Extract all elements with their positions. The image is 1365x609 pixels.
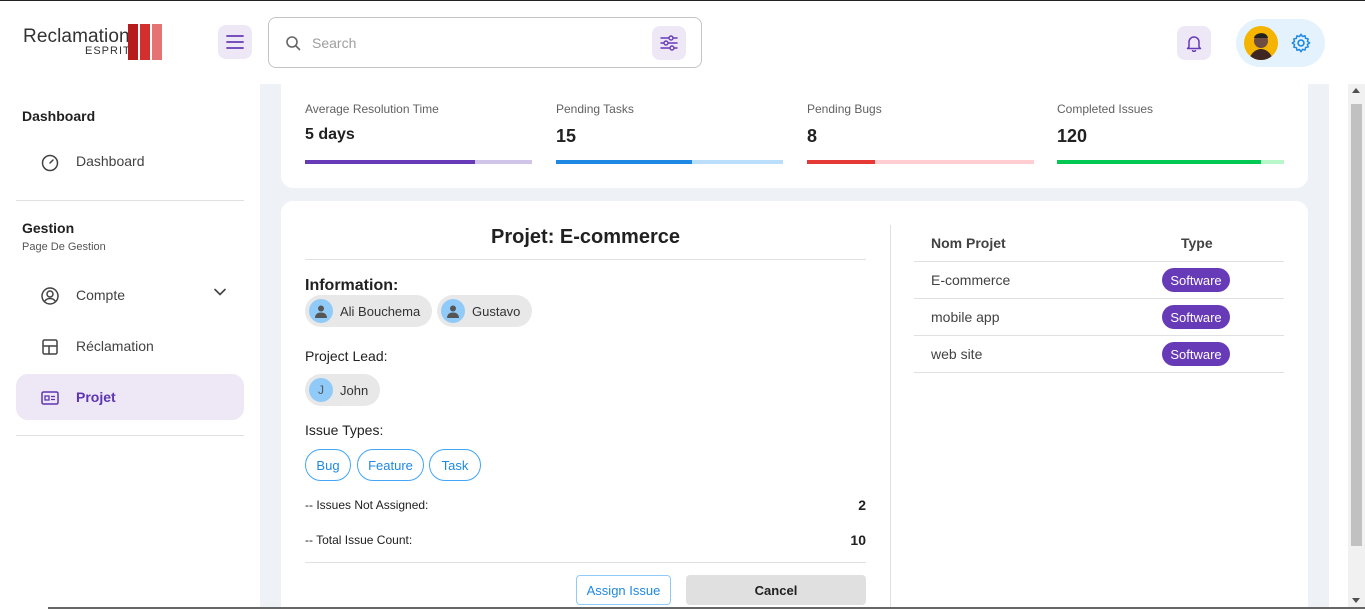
column-header-name[interactable]: Nom Projet xyxy=(931,235,1006,251)
member-name: Gustavo xyxy=(472,303,521,319)
scroll-up-arrow[interactable] xyxy=(1352,88,1360,93)
search-icon xyxy=(286,36,301,51)
search-box[interactable]: Search xyxy=(268,17,702,68)
divider xyxy=(16,435,244,436)
project-name-cell: mobile app xyxy=(931,309,1000,325)
lead-initial: J xyxy=(309,378,333,402)
bell-icon xyxy=(1186,36,1202,52)
sidebar: Dashboard Dashboard Gestion Page De Gest… xyxy=(0,84,260,609)
stat-label: Pending Bugs xyxy=(807,102,882,116)
lead-name: John xyxy=(340,382,369,398)
table-row[interactable]: web site Software xyxy=(914,335,1284,373)
stat-value: 120 xyxy=(1057,126,1088,146)
member-name: Ali Bouchema xyxy=(340,303,421,319)
member-chip[interactable]: Ali Bouchema xyxy=(305,295,433,327)
stat-value: 8 xyxy=(807,126,818,146)
stat-label: Pending Tasks xyxy=(556,102,634,116)
progress-bar xyxy=(305,160,532,164)
divider xyxy=(16,200,244,201)
user-avatar-icon xyxy=(441,299,465,323)
progress-fill xyxy=(1057,160,1262,164)
user-circle-icon xyxy=(41,287,59,305)
sidebar-section-gestion: Gestion xyxy=(22,220,75,236)
cancel-button[interactable]: Cancel xyxy=(686,575,866,605)
menu-icon xyxy=(226,35,244,49)
sidebar-item-label: Réclamation xyxy=(76,338,154,354)
stats-card: Average Resolution Time 5 days Pending T… xyxy=(281,84,1308,188)
issue-types-label: Issue Types: xyxy=(305,422,384,438)
sidebar-section-dashboard: Dashboard xyxy=(22,108,96,124)
stat-label: Completed Issues xyxy=(1057,102,1154,116)
progress-fill xyxy=(807,160,876,164)
issue-type-chip-task[interactable]: Task xyxy=(429,449,481,481)
issues-not-assigned-value: 2 xyxy=(858,497,866,513)
divider xyxy=(305,259,866,260)
notifications-button[interactable] xyxy=(1177,26,1211,60)
type-badge: Software xyxy=(1162,268,1230,292)
window-top-border xyxy=(0,0,1365,1)
scrollbar-thumb[interactable] xyxy=(1351,104,1362,546)
lead-chip[interactable]: J John xyxy=(305,374,381,406)
type-badge: Software xyxy=(1162,305,1230,329)
progress-bar xyxy=(1057,160,1284,164)
sidebar-item-compte[interactable]: Compte xyxy=(16,272,244,318)
sidebar-item-projet[interactable]: Projet xyxy=(16,374,244,420)
profile-menu[interactable] xyxy=(1236,19,1325,67)
progress-bar xyxy=(807,160,1034,164)
dashboard-icon xyxy=(41,154,59,172)
filter-icon xyxy=(660,35,678,51)
total-issue-count-value: 10 xyxy=(850,532,866,548)
search-input[interactable]: Search xyxy=(312,35,356,51)
chevron-down-icon[interactable] xyxy=(214,288,226,296)
logo-subtitle: ESPRIT xyxy=(85,45,131,57)
stat-label: Average Resolution Time xyxy=(305,102,439,116)
vertical-divider xyxy=(890,225,891,609)
sidebar-item-reclamation[interactable]: Réclamation xyxy=(16,323,244,369)
member-chip[interactable]: Gustavo xyxy=(437,295,533,327)
gear-icon[interactable] xyxy=(1290,32,1312,54)
sidebar-item-label: Projet xyxy=(76,389,116,405)
issue-type-chip-bug[interactable]: Bug xyxy=(305,449,351,481)
project-lead-label: Project Lead: xyxy=(305,348,388,364)
sidebar-item-dashboard[interactable]: Dashboard xyxy=(16,138,244,184)
id-card-icon xyxy=(41,391,59,405)
table-row[interactable]: mobile app Software xyxy=(914,298,1284,335)
column-header-type[interactable]: Type xyxy=(1181,235,1213,251)
menu-toggle-button[interactable] xyxy=(218,25,252,59)
total-issue-count-label: -- Total Issue Count: xyxy=(305,533,413,547)
stat-value: 15 xyxy=(556,126,577,146)
app-logo[interactable]: Reclamation ESPRIT xyxy=(23,24,163,60)
issue-type-chip-feature[interactable]: Feature xyxy=(357,449,424,481)
progress-fill xyxy=(556,160,693,164)
issues-not-assigned-label: -- Issues Not Assigned: xyxy=(305,498,429,512)
progress-fill xyxy=(305,160,476,164)
information-label: Information: xyxy=(305,277,399,294)
project-name-cell: web site xyxy=(931,346,983,362)
user-avatar-icon xyxy=(309,299,333,323)
stat-value: 5 days xyxy=(305,126,355,143)
logo-bars xyxy=(128,24,162,60)
layout-icon xyxy=(42,339,58,355)
scroll-down-arrow[interactable] xyxy=(1352,598,1360,603)
divider xyxy=(305,562,866,563)
project-card: Projet: E-commerce Information: Ali Bouc… xyxy=(281,201,1308,609)
project-name-cell: E-commerce xyxy=(931,272,1011,288)
project-title: Projet: E-commerce xyxy=(491,226,680,248)
sidebar-item-label: Compte xyxy=(76,287,126,303)
sidebar-section-caption: Page De Gestion xyxy=(22,241,106,253)
type-badge: Software xyxy=(1162,342,1230,366)
filter-button[interactable] xyxy=(652,26,686,60)
avatar[interactable] xyxy=(1244,26,1278,60)
progress-bar xyxy=(556,160,783,164)
table-row[interactable]: E-commerce Software xyxy=(914,261,1284,298)
assign-issue-button[interactable]: Assign Issue xyxy=(576,575,671,605)
sidebar-item-label: Dashboard xyxy=(76,153,145,169)
